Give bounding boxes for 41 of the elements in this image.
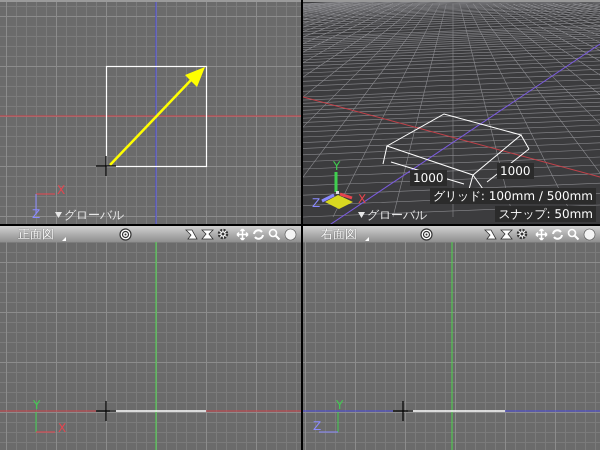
gear-icon[interactable] <box>217 228 230 240</box>
dimension-label: 1000 <box>410 170 447 186</box>
corner-icon <box>365 236 369 240</box>
axis-label: X <box>58 422 66 434</box>
axis-label: Y <box>33 399 40 411</box>
gear-icon[interactable] <box>516 228 529 240</box>
triangle-tool-icon[interactable] <box>185 228 198 240</box>
sphere-icon[interactable] <box>583 228 596 240</box>
view-menu[interactable]: 正面図 <box>18 226 62 242</box>
axis-gizmo-icon <box>321 172 353 209</box>
axis-label: Z <box>313 420 322 432</box>
rotate-icon[interactable] <box>551 228 564 240</box>
axis-label: Z <box>312 197 320 209</box>
view-menu[interactable]: 右面図 <box>321 226 365 242</box>
crosshair-icon <box>95 155 117 177</box>
axis-gizmo-icon <box>36 412 56 432</box>
search-icon[interactable] <box>268 228 281 240</box>
move-icon[interactable] <box>236 228 249 240</box>
dimension-label: 1000 <box>497 163 534 179</box>
axis-label: X <box>358 193 366 205</box>
triangle-tool-icon[interactable] <box>201 228 214 240</box>
axis-label: X <box>57 184 66 196</box>
search-icon[interactable] <box>567 228 580 240</box>
crosshair-icon <box>392 400 414 422</box>
sphere-icon[interactable] <box>284 228 297 240</box>
target-icon[interactable] <box>420 228 433 240</box>
grid-info-text: スナップ: 50mm <box>495 206 596 222</box>
grid-info-text: グリッド: 100mm / 500mm <box>430 188 596 204</box>
triangle-tool-icon[interactable] <box>484 228 497 240</box>
coordinate-menu[interactable]: グローバル <box>358 208 427 222</box>
rotate-icon[interactable] <box>252 228 265 240</box>
move-icon[interactable] <box>535 228 548 240</box>
corner-icon <box>62 236 66 240</box>
crosshair-icon <box>95 400 117 422</box>
caret-icon <box>55 212 62 218</box>
axis-label: Y <box>336 399 344 411</box>
coordinate-menu[interactable]: グローバル <box>55 208 124 222</box>
axis-label: Y <box>333 160 340 172</box>
target-icon[interactable] <box>119 228 132 240</box>
triangle-tool-icon[interactable] <box>500 228 513 240</box>
caret-icon <box>358 212 365 218</box>
